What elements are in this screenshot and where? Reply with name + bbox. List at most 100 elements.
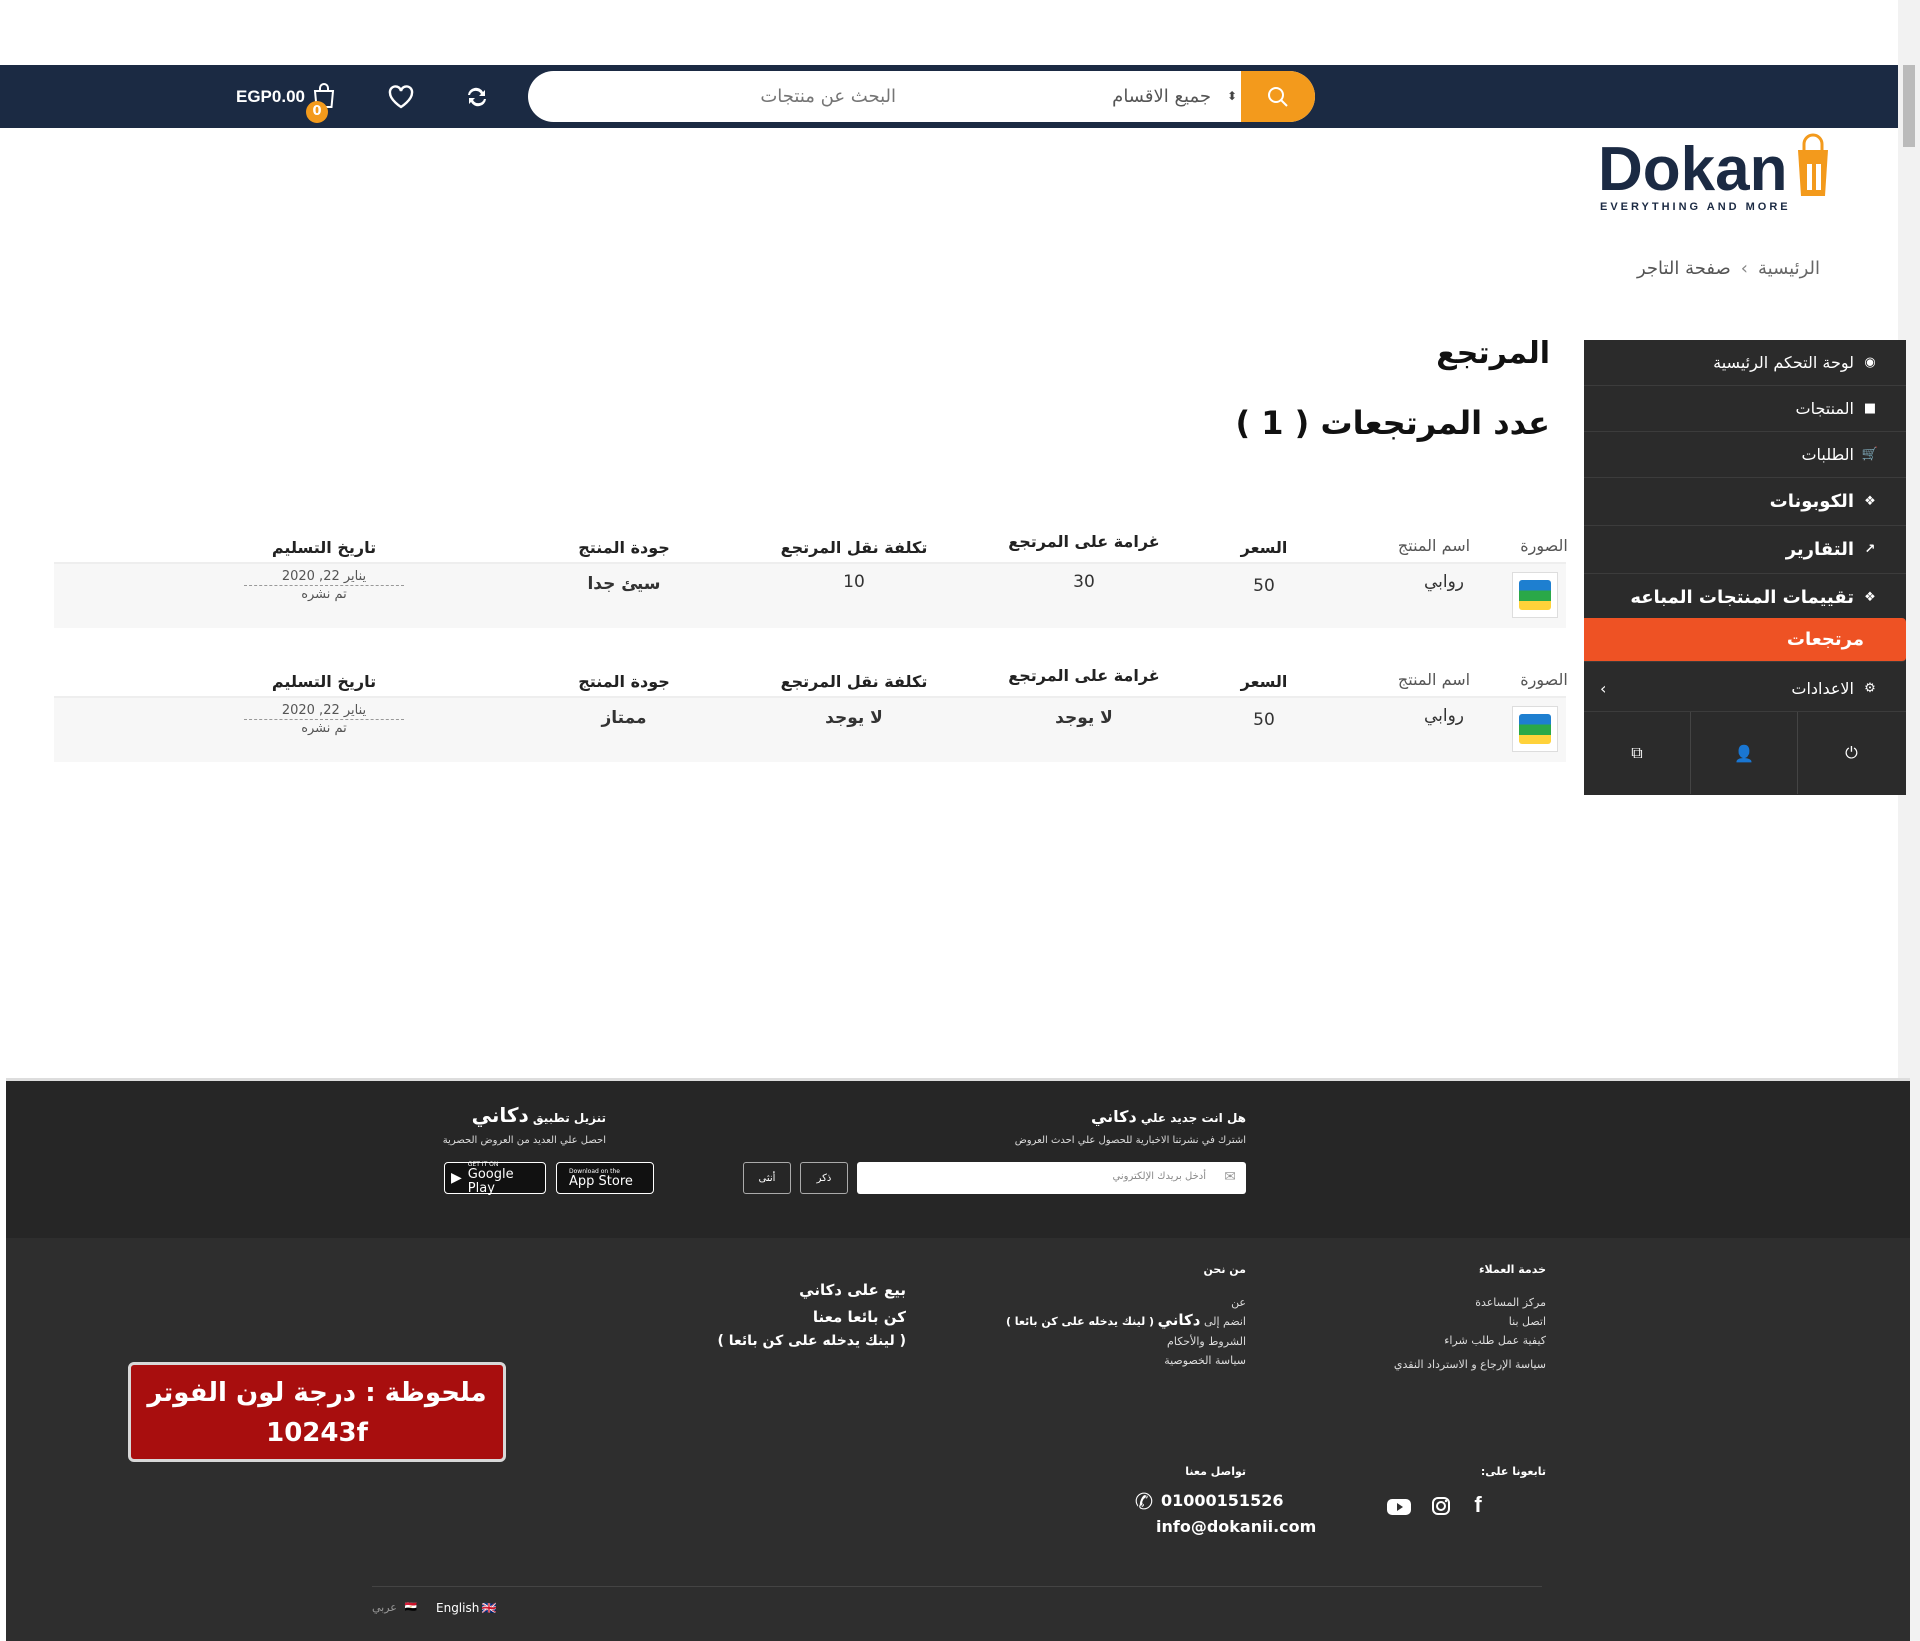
cell-quality: سيئ جدا bbox=[587, 574, 661, 594]
compare-icon[interactable] bbox=[461, 81, 493, 113]
col-header-price: السعر bbox=[1240, 538, 1288, 557]
breadcrumb-current: صفحة التاجر bbox=[1636, 258, 1731, 279]
site-logo[interactable]: Dokan EVERYTHING AND MORE bbox=[1598, 132, 1878, 222]
annotation-line-2: 10243f bbox=[266, 1418, 368, 1448]
sidebar-item-label: الطلبات bbox=[1801, 445, 1854, 464]
gift-icon: ❖ bbox=[1864, 590, 1876, 605]
sidebar-item-label: مرتجعات bbox=[1786, 629, 1864, 650]
cs-link-how-to-order[interactable]: كيفية عمل طلب شراء bbox=[1306, 1334, 1546, 1347]
search-icon bbox=[1268, 86, 1288, 107]
about-title: من نحن bbox=[1203, 1263, 1247, 1276]
col-header-shipping: تكلفة نقل المرتجع bbox=[780, 672, 928, 691]
sidebar-item-label: لوحة التحكم الرئيسية bbox=[1713, 353, 1854, 372]
product-thumbnail[interactable] bbox=[1512, 572, 1558, 618]
egypt-flag-icon: 🇪🇬 bbox=[404, 1601, 418, 1613]
cs-link-help[interactable]: مركز المساعدة bbox=[1306, 1296, 1546, 1309]
breadcrumb-home[interactable]: الرئيسية bbox=[1758, 258, 1820, 279]
about-link-join[interactable]: انضم إلى دكاني ( لينك يدخله على كن بائعا… bbox=[946, 1311, 1246, 1329]
cs-link-returns-policy[interactable]: سياسة الإرجاع و الاسترداد النقدي bbox=[1306, 1358, 1546, 1371]
heart-icon[interactable] bbox=[385, 81, 417, 113]
scrollbar-thumb[interactable] bbox=[1903, 65, 1915, 147]
sidebar-item-label: الكوبونات bbox=[1769, 491, 1854, 512]
power-icon: ⏻ bbox=[1845, 743, 1858, 762]
top-navbar: EGP0.00 0 جميع الاقسام ⬍ bbox=[0, 65, 1898, 128]
google-play-button[interactable]: ▶ GET IT ON Google Play bbox=[444, 1161, 546, 1196]
cs-link-contact[interactable]: اتصل بنا bbox=[1306, 1315, 1546, 1328]
footer-newsletter-section: هل انت جديد علي دكاني اشترك في نشرتنا ال… bbox=[6, 1081, 1910, 1238]
sidebar-item-returns[interactable]: مرتجعات bbox=[1584, 618, 1906, 662]
gear-icon: ⚙ bbox=[1864, 681, 1876, 696]
gender-female-button[interactable]: أنثى bbox=[743, 1162, 791, 1194]
breadcrumb-separator: › bbox=[1740, 258, 1748, 279]
join-brand: دكاني bbox=[1157, 1311, 1201, 1329]
about-link-terms[interactable]: الشروط والأحكام bbox=[1006, 1335, 1246, 1348]
app-store-button[interactable]: Download on the App Store bbox=[556, 1162, 654, 1194]
logout-button[interactable]: ⏻ bbox=[1798, 712, 1905, 794]
google-play-icon: ▶ bbox=[451, 1170, 462, 1186]
uk-flag-icon: 🇬🇧 bbox=[481, 1601, 497, 1615]
col-header-image: الصورة bbox=[1520, 536, 1568, 555]
category-select[interactable]: جميع الاقسام ⬍ bbox=[1053, 71, 1243, 122]
cart-count-badge: 0 bbox=[306, 101, 328, 123]
app-download-subtitle: احصل علي العديد من العروض الحصرية bbox=[442, 1135, 606, 1146]
col-header-image: الصورة bbox=[1520, 670, 1568, 689]
external-link-icon: ⧉ bbox=[1631, 743, 1643, 762]
phone-icon: ✆ bbox=[1134, 1489, 1154, 1515]
sidebar-item-reports[interactable]: ↗ التقارير bbox=[1584, 526, 1906, 574]
facebook-icon[interactable]: f bbox=[1468, 1492, 1488, 1517]
user-icon: 👤 bbox=[1734, 743, 1754, 763]
instagram-icon[interactable] bbox=[1430, 1495, 1452, 1517]
mail-icon: ✉ bbox=[1224, 1169, 1236, 1185]
footer-divider bbox=[372, 1586, 1542, 1587]
customer-service-title: خدمة العملاء bbox=[1478, 1263, 1546, 1276]
sidebar-item-orders[interactable]: 🛒 الطلبات bbox=[1584, 432, 1906, 478]
col-header-fine: غرامة على المرتجع bbox=[1008, 532, 1160, 551]
sell-note: ( لينك يدخله على كن بائعا ) bbox=[717, 1333, 906, 1349]
cell-product-name[interactable]: روابي bbox=[1384, 706, 1504, 726]
cell-product-name[interactable]: روابي bbox=[1384, 572, 1504, 592]
sell-link[interactable]: كن بائعا معنا bbox=[606, 1308, 906, 1326]
table-row[interactable]: روابي 50 30 10 سيئ جدا يناير 22, 2020 تم … bbox=[54, 562, 1566, 628]
delivery-date: يناير 22, 2020 bbox=[244, 702, 404, 720]
col-header-quality: جودة المنتج bbox=[578, 672, 670, 691]
col-header-delivery: تاريخ التسليم bbox=[271, 538, 377, 557]
contact-phone[interactable]: 01000151526 bbox=[1161, 1491, 1283, 1510]
about-link-about[interactable]: عن bbox=[1006, 1296, 1246, 1309]
col-header-delivery: تاريخ التسليم bbox=[271, 672, 377, 691]
cell-quality: ممتاز bbox=[601, 708, 647, 728]
language-arabic[interactable]: عربي bbox=[372, 1601, 402, 1614]
youtube-icon[interactable] bbox=[1386, 1497, 1412, 1517]
sidebar-item-products[interactable]: ■ المنتجات bbox=[1584, 386, 1906, 432]
newsletter-title-text: هل انت جديد علي bbox=[1140, 1111, 1246, 1125]
sidebar-item-label: المنتجات bbox=[1795, 399, 1855, 418]
cell-delivery-date: يناير 22, 2020 تم نشره bbox=[244, 702, 404, 737]
table-row[interactable]: روابي 50 لا يوجد لا يوجد ممتاز يناير 22,… bbox=[54, 696, 1566, 762]
sidebar-item-coupons[interactable]: ❖ الكوبونات bbox=[1584, 478, 1906, 526]
briefcase-icon: ■ bbox=[1863, 401, 1877, 416]
search-input[interactable] bbox=[566, 71, 896, 122]
publish-status: تم نشره bbox=[301, 587, 347, 602]
google-play-big: Google Play bbox=[467, 1166, 514, 1196]
contact-title: تواصل معنا bbox=[1185, 1465, 1246, 1478]
sidebar-item-reviews[interactable]: ❖ تقييمات المنتجات المباعه bbox=[1584, 574, 1906, 622]
cell-shipping: 10 bbox=[843, 572, 865, 592]
about-link-privacy[interactable]: سياسة الخصوصية bbox=[1006, 1354, 1246, 1367]
publish-status: تم نشره bbox=[301, 721, 347, 736]
search-button[interactable] bbox=[1241, 71, 1315, 122]
newsletter-email-input[interactable]: أدخل بريدك الإلكتروني ✉ bbox=[857, 1162, 1246, 1194]
sidebar-item-dashboard[interactable]: ◉ لوحة التحكم الرئيسية bbox=[1584, 340, 1906, 386]
select-arrows-icon: ⬍ bbox=[1226, 89, 1237, 103]
profile-button[interactable]: 👤 bbox=[1691, 712, 1798, 794]
app-store-big: App Store bbox=[569, 1173, 633, 1189]
visit-store-button[interactable]: ⧉ bbox=[1584, 712, 1691, 794]
cart-total[interactable]: EGP0.00 bbox=[236, 87, 305, 107]
gender-male-button[interactable]: ذكر bbox=[800, 1162, 848, 1194]
cell-fine: 30 bbox=[1073, 572, 1095, 592]
annotation-note: ملحوظة : درجة لون الفوتر 10243f bbox=[128, 1362, 506, 1462]
search-bar: جميع الاقسام ⬍ bbox=[528, 71, 1315, 122]
contact-email[interactable]: info@dokanii.com bbox=[1156, 1517, 1316, 1536]
sidebar-item-settings[interactable]: ⚙ الاعدادات › bbox=[1584, 666, 1906, 712]
join-text: انضم إلى bbox=[1203, 1315, 1246, 1328]
product-thumbnail[interactable] bbox=[1512, 706, 1558, 752]
sell-title[interactable]: بيع على دكاني bbox=[606, 1281, 906, 1299]
